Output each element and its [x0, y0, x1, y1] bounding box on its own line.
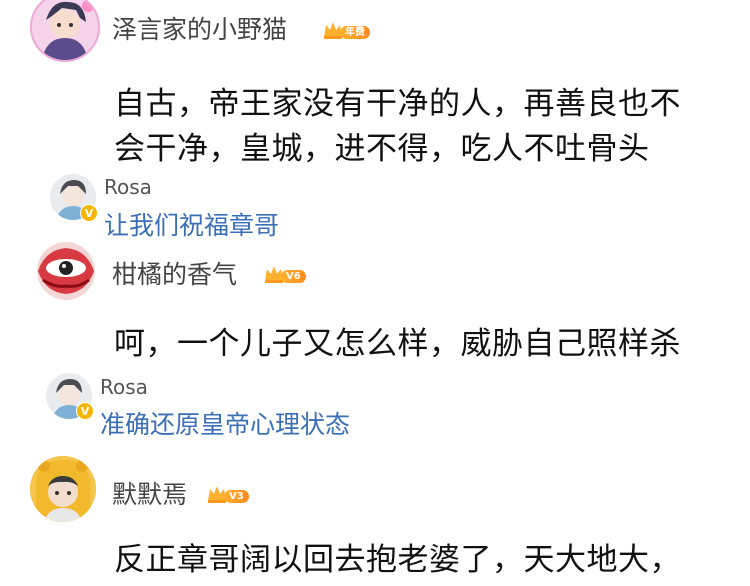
badge-level: V3 — [224, 490, 249, 503]
hooded-person-avatar[interactable] — [30, 456, 96, 522]
vip-badge: 年费 — [322, 14, 370, 40]
vip-badge: V6 — [263, 258, 306, 284]
comment-line: 呵，一个儿子又怎么样，威胁自己照样杀 — [114, 326, 681, 362]
badge-level: 年费 — [340, 26, 370, 39]
comment-text: 自古，帝王家没有干净的人，再善良也不 会干净，皇城，进不得，吃人不吐骨头 — [114, 82, 681, 172]
comment-line: 会干净，皇城，进不得，吃人不吐骨头 — [114, 131, 650, 167]
comment-text: 反正章哥阔以回去抱老婆了，天大地大， — [114, 538, 681, 583]
username[interactable]: 泽言家的小野猫 — [112, 10, 287, 46]
reply-text: 准确还原皇帝心理状态 — [100, 410, 351, 439]
verified-badge-icon: V — [76, 402, 94, 420]
verified-badge-icon: V — [80, 204, 98, 222]
comment-line: 反正章哥阔以回去抱老婆了，天大地大， — [114, 542, 681, 578]
badge-level: V6 — [281, 270, 306, 283]
username[interactable]: 柑橘的香气 — [112, 255, 237, 291]
username[interactable]: 默默焉 — [112, 475, 187, 511]
reply-username[interactable]: Rosa — [100, 375, 148, 399]
reply-username[interactable]: Rosa — [104, 175, 152, 199]
vip-badge: V3 — [206, 478, 249, 504]
comment-line: 自古，帝王家没有干净的人，再善良也不 — [114, 86, 681, 122]
comment-text: 呵，一个儿子又怎么样，威胁自己照样杀 — [114, 322, 681, 367]
reply-text: 让我们祝福章哥 — [104, 211, 280, 240]
anime-boy-avatar[interactable] — [30, 0, 100, 62]
red-eye-avatar[interactable] — [35, 240, 97, 302]
